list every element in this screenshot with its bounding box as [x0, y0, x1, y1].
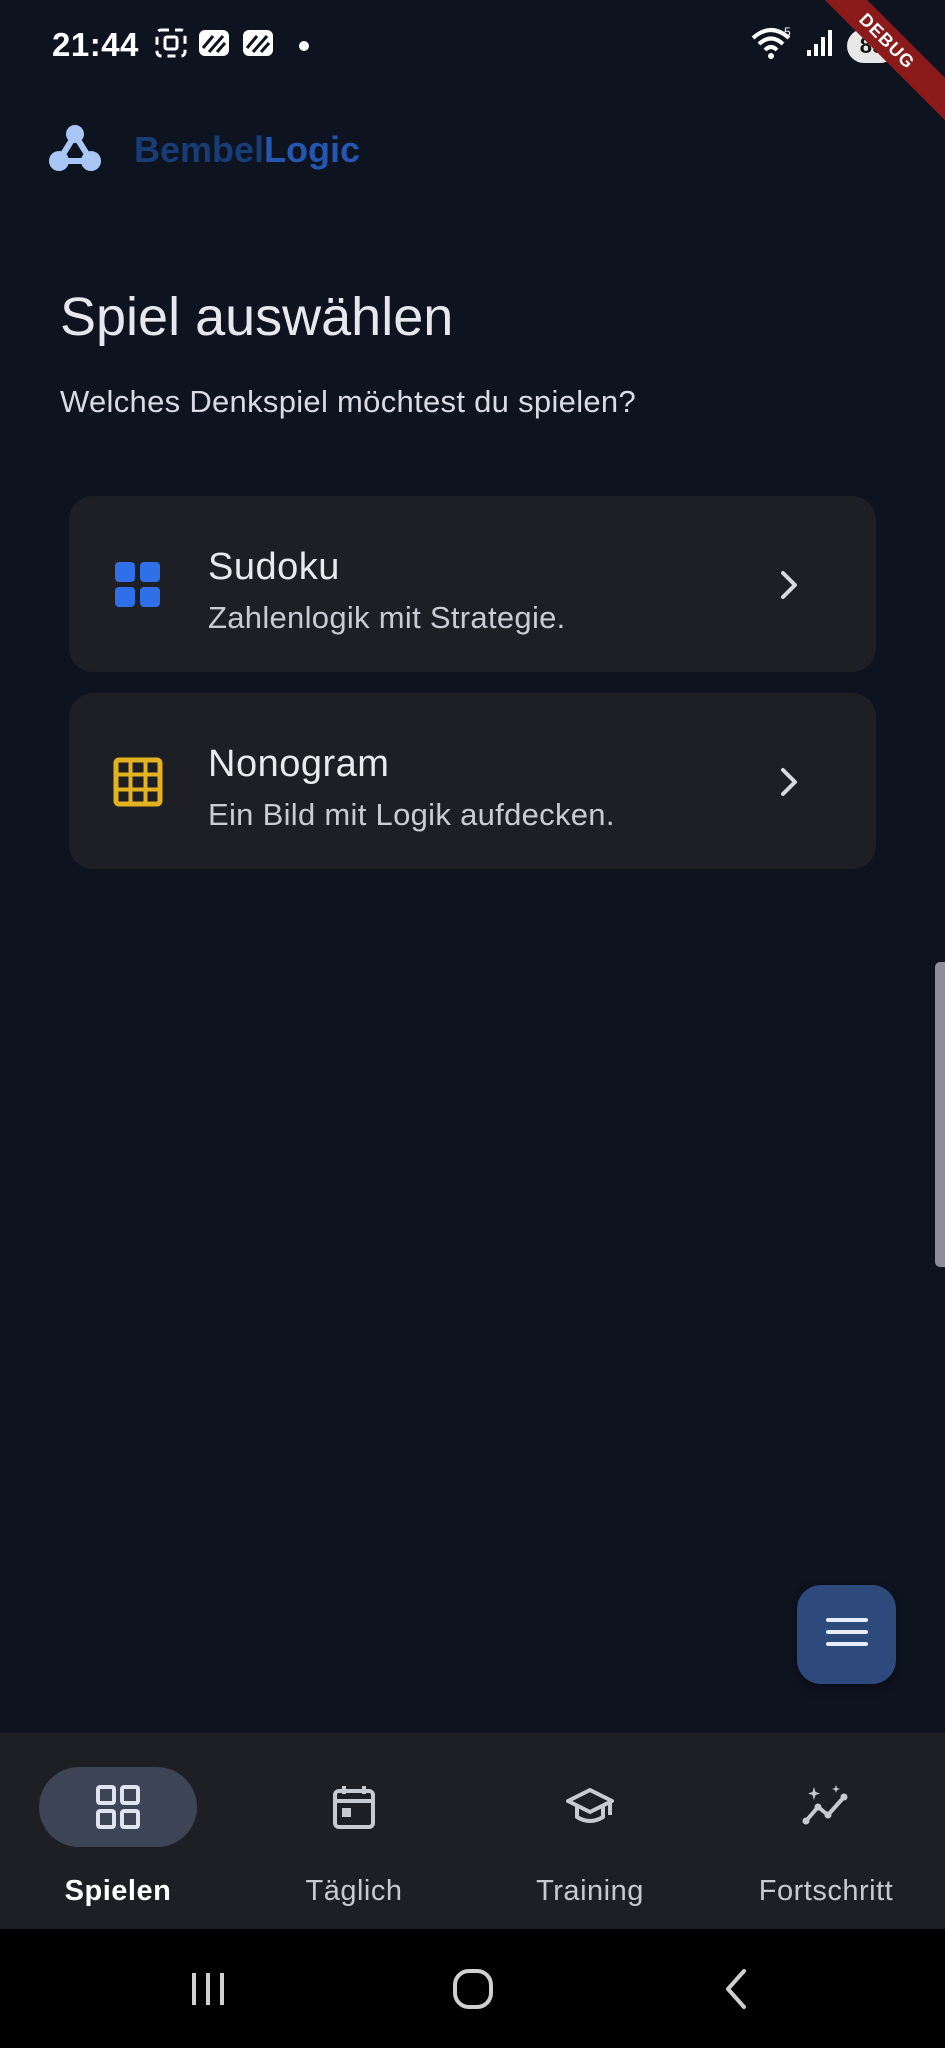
status-bar: 21:44 5 89 DEBUG: [0, 0, 945, 123]
molecule-icon: [48, 123, 102, 178]
apps-grid-icon: [94, 1783, 142, 1831]
bottom-navigation: Spielen Täglich Training Fortschritt: [0, 1733, 945, 1929]
app-notification-icon: [197, 28, 231, 63]
calendar-icon: [330, 1783, 378, 1831]
game-title: Nonogram: [208, 743, 390, 785]
nav-item-training[interactable]: Training: [472, 1733, 708, 1929]
page-subtitle: Welches Denkspiel möchtest du spielen?: [60, 384, 637, 419]
more-notifications-dot: [299, 40, 309, 51]
game-description: Ein Bild mit Logik aufdecken.: [208, 797, 615, 832]
screenshot-icon: [155, 28, 187, 63]
nav-item-spielen[interactable]: Spielen: [0, 1733, 236, 1929]
nav-label: Täglich: [305, 1875, 403, 1907]
nav-item-fortschritt[interactable]: Fortschritt: [708, 1733, 944, 1929]
wifi-icon: 5: [751, 25, 793, 65]
grid-squares-icon: [113, 560, 163, 610]
insights-icon: [802, 1783, 850, 1831]
back-icon[interactable]: [708, 1959, 768, 2019]
nav-label: Spielen: [64, 1875, 172, 1907]
status-notification-icons: [155, 28, 309, 63]
game-title: Sudoku: [208, 546, 340, 588]
graduation-cap-icon: [566, 1783, 614, 1831]
chevron-right-icon: [774, 765, 804, 799]
nav-item-taeglich[interactable]: Täglich: [236, 1733, 472, 1929]
menu-icon: [824, 1615, 870, 1654]
home-icon[interactable]: [443, 1959, 503, 2019]
grid-table-icon: [113, 757, 163, 807]
game-card-sudoku[interactable]: Sudoku Zahlenlogik mit Strategie.: [69, 496, 876, 672]
app-header: BembelLogic: [48, 124, 360, 176]
game-card-nonogram[interactable]: Nonogram Ein Bild mit Logik aufdecken.: [69, 693, 876, 869]
game-description: Zahlenlogik mit Strategie.: [208, 600, 566, 635]
system-navigation-bar: [0, 1929, 945, 2048]
recent-apps-icon[interactable]: [178, 1959, 238, 2019]
app-notification-icon: [241, 28, 275, 63]
svg-text:5: 5: [784, 26, 791, 39]
scrollbar[interactable]: [935, 962, 945, 1267]
nav-label: Training: [536, 1875, 644, 1907]
menu-fab-button[interactable]: [797, 1585, 896, 1684]
chevron-right-icon: [774, 568, 804, 602]
page-title: Spiel auswählen: [60, 287, 454, 347]
signal-icon: [805, 28, 835, 63]
status-time: 21:44: [52, 26, 139, 63]
app-name: BembelLogic: [134, 129, 361, 170]
nav-label: Fortschritt: [758, 1875, 894, 1907]
